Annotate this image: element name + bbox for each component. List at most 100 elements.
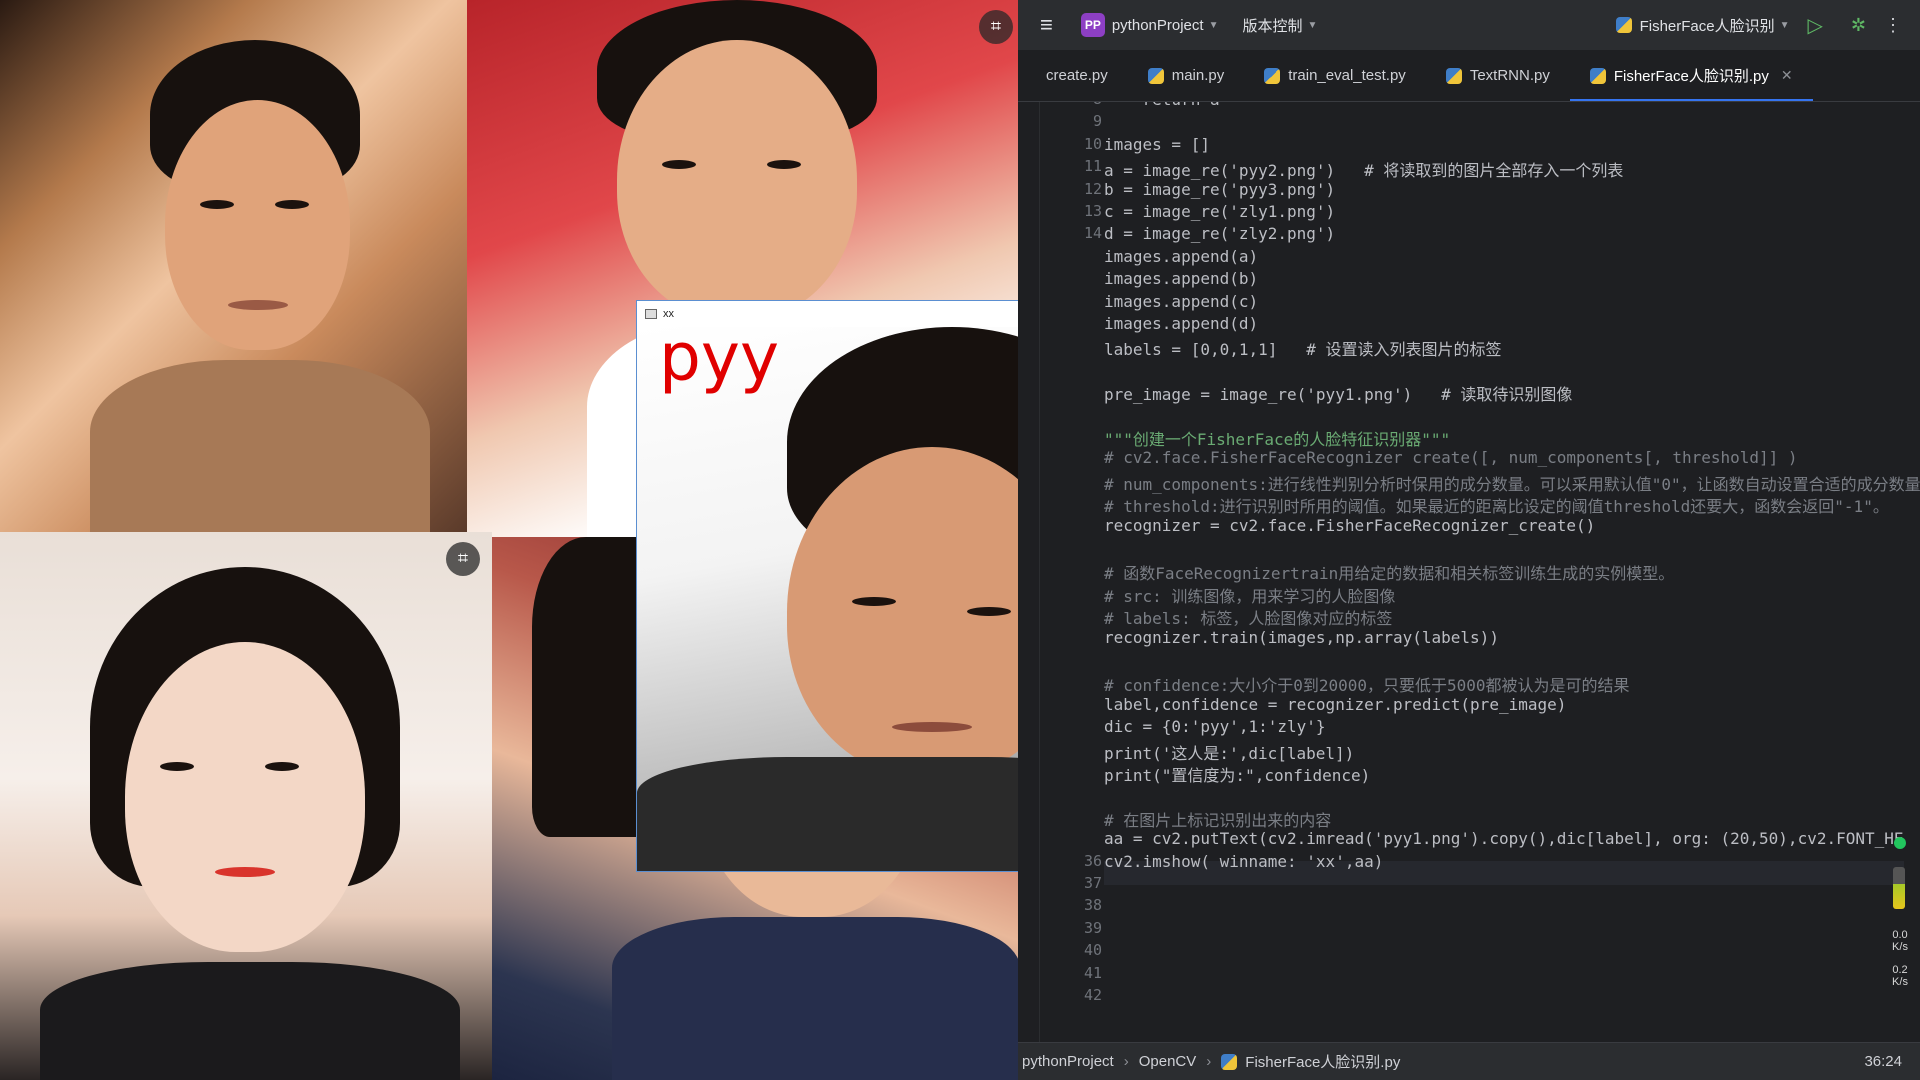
code-line[interactable]: # threshold:进行识别时所用的阈值。如果最近的距离比设定的阈值thre… [1104,493,1889,517]
line-number: 8 [1042,102,1102,108]
tab-fisherface[interactable]: FisherFace人脸识别.py ✕ [1569,50,1813,101]
code-line[interactable]: images.append(c) [1104,292,1258,311]
code-line[interactable]: a = image_re('pyy2.png') # 将读取到的图片全部存入一个… [1104,157,1623,181]
code-line[interactable]: # confidence:大小介于0到20000，只要低于5000都被认为是可的… [1104,672,1630,696]
chevron-down-icon: ▼ [1307,19,1318,31]
net-upload: 0.0 K/s [1882,929,1918,953]
chevron-down-icon: ▼ [1208,19,1219,31]
visual-search-icon[interactable]: ⌗ [979,10,1013,44]
project-switcher[interactable]: PP pythonProject ▼ [1080,13,1219,37]
status-ok-icon [1894,837,1906,849]
ide-toolbar: ≡ PP pythonProject ▼ 版本控制 ▼ FisherFace人脸… [1018,0,1920,50]
net-down-value: 0.2 [1892,964,1908,976]
net-down-unit: K/s [1892,976,1908,988]
line-number: 41 [1083,963,1102,982]
app-icon [645,309,657,319]
line-number: 37 [1083,874,1102,892]
ide-window: ≡ PP pythonProject ▼ 版本控制 ▼ FisherFace人脸… [1018,0,1920,1080]
hamburger-icon[interactable]: ≡ [1040,12,1053,38]
line-number: 11 [1083,157,1102,176]
python-file-icon [1221,1053,1238,1070]
run-config-selector[interactable]: FisherFace人脸识别 ▼ [1615,15,1790,36]
code-line[interactable]: print('这人是:',dic[label]) [1104,740,1354,764]
close-tab-icon[interactable]: ✕ [1781,67,1793,84]
code-line[interactable]: # labels: 标签，人脸图像对应的标签 [1104,605,1392,629]
chevron-right-icon: › [1206,1053,1212,1070]
breadcrumb-folder[interactable]: OpenCV [1139,1053,1197,1070]
python-file-icon [1445,67,1462,84]
code-line[interactable]: label,confidence = recognizer.predict(pr… [1104,695,1566,714]
code-line[interactable]: images.append(b) [1104,269,1258,288]
code-line[interactable]: cv2.imshow( winname: 'xx',aa) [1104,852,1383,871]
tab-textrnn[interactable]: TextRNN.py [1426,50,1570,101]
code-editor[interactable]: return a images = [] a = image_re('pyy2.pn… [1104,102,1920,1042]
code-line[interactable]: images = [] [1104,135,1210,154]
vcs-menu[interactable]: 版本控制 ▼ [1242,15,1317,36]
chevron-right-icon: › [1123,1053,1129,1070]
editor-tabs: create.py main.py train_eval_test.py Tex… [1018,50,1920,102]
code-line[interactable]: images.append(d) [1104,314,1258,333]
project-name: pythonProject [1111,16,1204,34]
left-tool-gutter [1018,102,1040,1042]
code-line[interactable]: images.append(a) [1104,247,1258,266]
line-number: 40 [1083,941,1102,960]
debug-icon[interactable]: ✲ [1851,15,1866,36]
tab-create[interactable]: create.py [1018,50,1128,101]
code-line[interactable]: recognizer = cv2.face.FisherFaceRecogniz… [1104,516,1595,535]
cursor-position[interactable]: 36:24 [1864,1053,1902,1070]
line-number: 14 [1083,224,1102,243]
opencv-window-title: xx [663,308,674,320]
line-number: 38 [1083,896,1102,915]
code-line[interactable]: aa = cv2.putText(cv2.imread('pyy1.png').… [1104,829,1904,848]
code-line[interactable]: # 函数FaceRecognizertrain用给定的数据和相关标签训练生成的实… [1104,560,1674,584]
code-line[interactable]: dic = {0:'pyy',1:'zly'} [1104,717,1326,736]
code-line[interactable]: c = image_re('zly1.png') [1104,202,1335,221]
tab-train-eval-test[interactable]: train_eval_test.py [1244,50,1426,101]
right-indicator-bar: 0.0 K/s 0.2 K/s [1880,102,1920,1042]
code-line[interactable]: # src: 训练图像，用来学习的人脸图像 [1104,583,1395,607]
code-line[interactable]: # cv2.face.FisherFaceRecognizer create([… [1104,448,1798,467]
chevron-down-icon: ▼ [1779,19,1790,31]
breadcrumb-project[interactable]: pythonProject [1022,1053,1114,1070]
line-numbers: 8 9 10 11 12 13 14 36 37 38 39 40 41 42 [1040,102,1110,1042]
net-download: 0.2 K/s [1882,964,1918,988]
recognition-label: pyy [659,327,780,396]
cpu-gauge [1893,867,1905,909]
line-number: 9 [1092,112,1102,131]
net-up-value: 0.0 [1892,929,1908,941]
line-number: 12 [1083,179,1102,198]
photo-man-1 [0,0,467,532]
line-number: 10 [1083,134,1102,153]
python-file-icon [1615,17,1632,33]
line-number: 39 [1083,918,1102,937]
breadcrumb-file[interactable]: FisherFace人脸识别.py [1245,1051,1400,1072]
code-line[interactable]: # num_components:进行线性判别分析时保用的成分数量。可以采用默认… [1104,471,1920,495]
more-icon[interactable]: ⋮ [1884,15,1902,36]
visual-search-icon[interactable]: ⌗ [446,542,480,576]
code-line[interactable]: b = image_re('pyy3.png') [1104,180,1335,199]
status-bar: pythonProject › OpenCV › FisherFace人脸识别.… [1018,1042,1920,1080]
code-line[interactable]: return a [1104,102,1220,109]
python-file-icon [1264,67,1281,84]
tab-label: TextRNN.py [1469,67,1550,84]
code-line[interactable]: """创建一个FisherFace的人脸特征识别器""" [1104,426,1450,450]
tab-main[interactable]: main.py [1128,50,1245,101]
net-up-unit: K/s [1892,941,1908,953]
photo-woman-1: ⌗ [0,532,492,1080]
project-badge: PP [1080,13,1105,37]
python-file-icon [1147,67,1164,84]
code-line[interactable]: print("置信度为:",confidence) [1104,762,1370,786]
tab-label: FisherFace人脸识别.py [1613,68,1769,85]
tab-label: create.py [1046,67,1108,84]
code-line[interactable]: recognizer.train(images,np.array(labels)… [1104,628,1499,647]
line-number: 36 [1083,851,1102,870]
code-line[interactable]: d = image_re('zly2.png') [1104,224,1335,243]
vcs-label: 版本控制 [1242,17,1303,35]
run-icon[interactable]: ▷ [1808,13,1823,38]
code-line[interactable]: # 在图片上标记识别出来的内容 [1104,807,1331,831]
line-number: 13 [1083,202,1102,220]
code-line[interactable]: pre_image = image_re('pyy1.png') # 读取待识别… [1104,381,1572,405]
line-number: 42 [1083,986,1102,1004]
code-line[interactable]: labels = [0,0,1,1] # 设置读入列表图片的标签 [1104,336,1502,360]
tab-label: train_eval_test.py [1288,67,1406,84]
